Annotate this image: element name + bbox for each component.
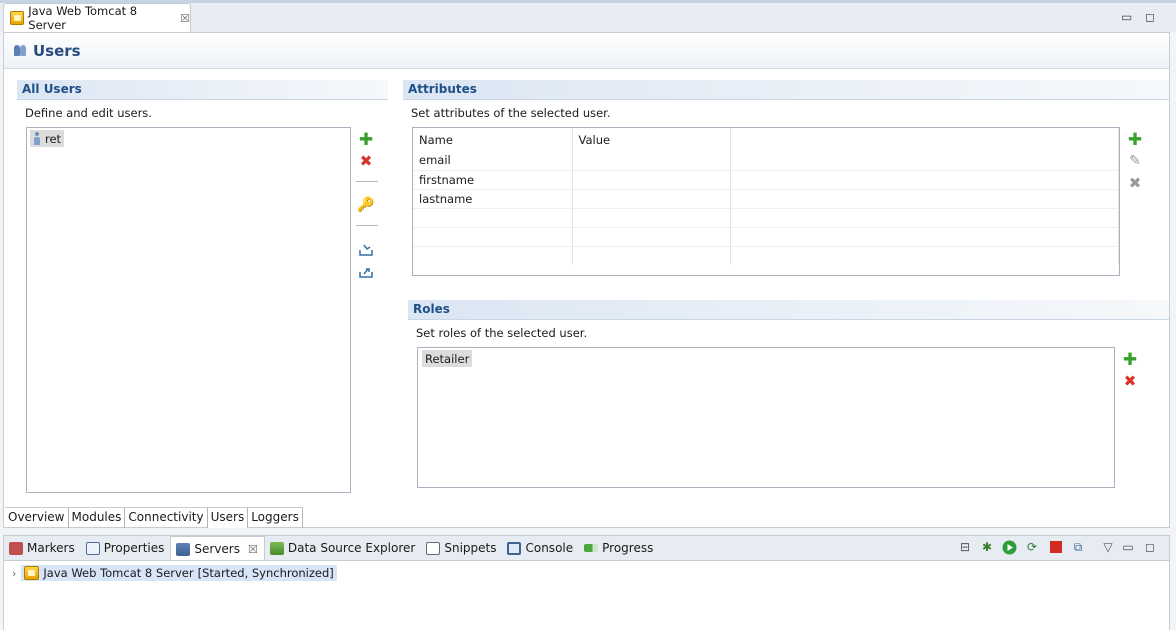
attribute-value[interactable] (572, 151, 731, 170)
attribute-name: lastname (413, 188, 573, 208)
attributes-heading: Attributes (403, 80, 1169, 100)
tab-modules[interactable]: Modules (69, 508, 126, 528)
server-status: [Started, Synchronized] (197, 566, 334, 580)
play-icon (1002, 540, 1016, 554)
profile-server-icon[interactable]: ⟳ (1024, 539, 1040, 555)
tree-item-server[interactable]: › Java Web Tomcat 8 Server [Started, Syn… (12, 565, 337, 581)
role-name: Retailer (425, 351, 470, 366)
console-icon (507, 541, 522, 555)
column-header-value[interactable]: Value (572, 128, 731, 151)
table-row (413, 207, 1119, 227)
table-row (413, 226, 1119, 246)
attribute-name: firstname (413, 169, 573, 189)
maximize-icon[interactable]: ◻ (1145, 10, 1155, 24)
column-header-filler (730, 128, 1119, 151)
attribute-value[interactable] (572, 188, 731, 208)
roles-description: Set roles of the selected user. (416, 326, 588, 340)
minimize-view-icon[interactable]: ▭ (1120, 539, 1136, 555)
tab-markers[interactable]: Markers (4, 536, 81, 560)
tab-overview[interactable]: Overview (5, 508, 69, 528)
list-item[interactable]: ret (30, 130, 65, 147)
tab-progress[interactable]: Progress (579, 536, 659, 560)
table-row[interactable]: email (413, 151, 1119, 170)
page-header: Users (4, 33, 1169, 69)
attributes-description: Set attributes of the selected user. (411, 106, 611, 120)
attributes-table[interactable]: Name Value email firstname lastname (412, 127, 1120, 276)
column-header-name[interactable]: Name (413, 128, 573, 151)
tab-label: Properties (103, 541, 165, 555)
edit-attribute-button[interactable]: ✎ (1126, 152, 1144, 170)
import-users-button[interactable] (357, 241, 375, 259)
close-icon[interactable]: ☒ (180, 12, 190, 25)
list-item[interactable]: Retailer (422, 350, 473, 367)
add-user-button[interactable]: ✚ (357, 131, 375, 149)
properties-icon (85, 541, 100, 555)
table-row (413, 245, 1119, 265)
import-icon (359, 244, 373, 256)
progress-icon (584, 544, 599, 552)
toolbar-separator (356, 225, 378, 226)
publish-icon[interactable]: ⧉ (1070, 539, 1086, 555)
start-server-button[interactable] (1001, 539, 1017, 555)
editor-page-tabs: Overview Modules Connectivity Users Logg… (5, 507, 303, 528)
tab-label: Console (525, 541, 574, 555)
close-icon[interactable]: ☒ (248, 543, 258, 556)
user-name: ret (45, 131, 62, 146)
view-menu-icon[interactable]: ▽ (1100, 539, 1116, 555)
tab-snippets[interactable]: Snippets (421, 536, 502, 560)
table-row[interactable]: lastname (413, 188, 1119, 208)
users-icon (14, 44, 27, 57)
editor-tab-label: Java Web Tomcat 8 Server (28, 4, 138, 32)
tab-label: Progress (602, 541, 654, 555)
snippets-icon (426, 541, 441, 555)
tab-users[interactable]: Users (207, 508, 249, 528)
tab-data-source-explorer[interactable]: Data Source Explorer (265, 536, 421, 560)
roles-list[interactable]: Retailer (417, 347, 1115, 488)
stop-icon (1050, 541, 1062, 553)
tab-loggers[interactable]: Loggers (248, 508, 303, 528)
add-attribute-button[interactable]: ✚ (1126, 131, 1144, 149)
tab-console[interactable]: Console (502, 536, 579, 560)
all-users-heading: All Users (17, 80, 388, 100)
attribute-value[interactable] (572, 169, 731, 189)
tab-label: Snippets (444, 541, 497, 555)
remove-attribute-button[interactable]: ✖ (1126, 174, 1144, 192)
all-users-description: Define and edit users. (25, 106, 152, 120)
export-users-button[interactable] (357, 263, 375, 281)
set-password-button[interactable]: 🔑 (357, 196, 375, 214)
editor-tab-server[interactable]: Java Web Tomcat 8 Server ☒ (3, 3, 191, 32)
remove-role-button[interactable]: ✖ (1121, 372, 1139, 390)
data-source-icon (269, 541, 284, 555)
maximize-view-icon[interactable]: ◻ (1142, 539, 1158, 555)
table-row[interactable]: firstname (413, 169, 1119, 189)
add-role-button[interactable]: ✚ (1121, 351, 1139, 369)
toolbar-separator (356, 181, 378, 182)
tomcat-server-icon (24, 566, 40, 580)
tab-label: Markers (27, 541, 75, 555)
export-icon (359, 268, 373, 278)
chevron-right-icon[interactable]: › (12, 567, 16, 580)
user-icon (33, 132, 41, 145)
servers-icon (176, 542, 191, 556)
attribute-name: email (413, 151, 573, 170)
roles-heading: Roles (408, 300, 1169, 320)
tomcat-server-icon (10, 11, 25, 25)
collapse-all-icon[interactable]: ⊟ (957, 539, 973, 555)
tab-properties[interactable]: Properties (81, 536, 171, 560)
servers-view: › Java Web Tomcat 8 Server [Started, Syn… (3, 560, 1170, 630)
stop-server-button[interactable] (1048, 539, 1064, 555)
tab-label: Servers (194, 542, 240, 556)
server-entry[interactable]: Java Web Tomcat 8 Server [Started, Synch… (21, 565, 337, 581)
page-title: Users (33, 41, 81, 60)
debug-server-icon[interactable]: ✱ (979, 539, 995, 555)
tab-connectivity[interactable]: Connectivity (125, 508, 208, 528)
server-name: Java Web Tomcat 8 Server (43, 566, 194, 580)
minimize-icon[interactable]: ▭ (1121, 10, 1132, 24)
tab-label: Data Source Explorer (287, 541, 416, 555)
users-list[interactable]: ret (26, 127, 351, 493)
markers-icon (9, 541, 23, 555)
tab-servers[interactable]: Servers ☒ (170, 536, 265, 561)
remove-user-button[interactable]: ✖ (357, 152, 375, 170)
